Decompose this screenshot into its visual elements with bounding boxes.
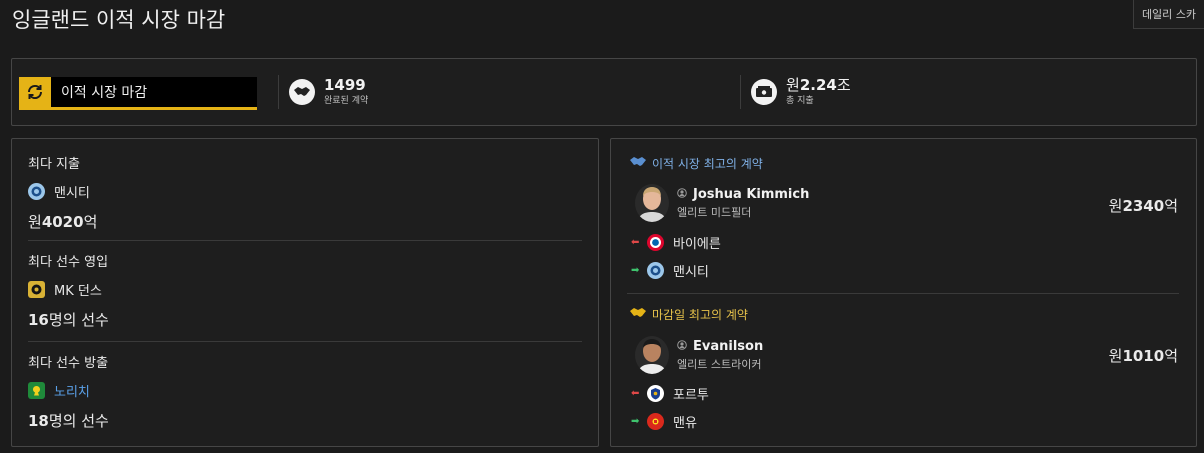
- porto-crest-icon: [647, 385, 664, 402]
- record-title: 최다 선수 영입: [28, 255, 109, 270]
- from-club[interactable]: ⬅ 바이에른: [631, 233, 721, 252]
- club-link[interactable]: 노리치: [28, 381, 582, 400]
- player-position: 엘리트 미드필더: [677, 205, 752, 219]
- stat-spending-value: 원2.24조: [786, 76, 851, 94]
- deadline-deal-fee: 원1010억: [1109, 345, 1178, 366]
- record-count: 16: [28, 311, 49, 329]
- stat-spending-label: 총 지출: [786, 96, 814, 106]
- deadline-deal-title: 마감일 최고의 계약: [629, 306, 748, 323]
- arrow-right-icon: ➡: [631, 416, 640, 427]
- stat-spending: 원2.24조 총 지출: [751, 76, 851, 108]
- person-icon: [677, 187, 687, 202]
- to-club[interactable]: ➡ 맨유: [631, 412, 697, 431]
- divider: [740, 75, 741, 109]
- record-spending: 최다 지출 맨시티 원4020억: [28, 153, 582, 232]
- best-deal-title: 이적 시장 최고의 계약: [629, 155, 763, 172]
- club-name: 맨유: [673, 416, 697, 431]
- record-value: 18명의 선수: [28, 410, 582, 431]
- spending-amount: 2.24: [799, 76, 837, 94]
- player-name: Joshua Kimmich: [693, 186, 810, 202]
- currency-label: 원: [1108, 197, 1123, 215]
- deadline-status: 이적 시장 마감: [19, 77, 257, 110]
- club-name: 포르투: [673, 388, 709, 403]
- player-name: Evanilson: [693, 338, 764, 354]
- club-name: 맨시티: [54, 186, 90, 201]
- divider: [278, 75, 279, 109]
- fee-amount: 2340: [1122, 197, 1165, 215]
- player-photo: [635, 336, 669, 374]
- stats-bar: 이적 시장 마감 1499 완료된 계약 원2.24조 총 지출: [11, 58, 1197, 126]
- deadline-deal-title-text: 마감일 최고의 계약: [652, 308, 748, 322]
- status-label: 이적 시장 마감: [61, 85, 148, 101]
- man-united-crest-icon: [647, 413, 664, 430]
- fee-amount: 1010: [1122, 347, 1165, 365]
- unit-label: 조: [836, 76, 851, 94]
- club-name: 맨시티: [673, 265, 709, 280]
- record-suffix: 명의 선수: [48, 311, 109, 329]
- record-title: 최다 선수 방출: [28, 356, 109, 371]
- norwich-crest-icon: [28, 382, 45, 399]
- divider: [28, 240, 582, 241]
- divider: [28, 341, 582, 342]
- club-link[interactable]: MK 던스: [28, 280, 582, 299]
- unit-label: 억: [83, 213, 98, 231]
- arrow-left-icon: ⬅: [631, 237, 640, 248]
- unit-label: 억: [1164, 347, 1178, 365]
- bayern-crest-icon: [647, 234, 664, 251]
- page-title: 잉글랜드 이적 시장 마감: [12, 8, 226, 32]
- divider: [627, 293, 1179, 294]
- record-suffix: 명의 선수: [48, 412, 109, 430]
- record-signings: 최다 선수 영입 MK 던스 16명의 선수: [28, 251, 582, 330]
- arrow-right-icon: ➡: [631, 265, 640, 276]
- handshake-icon: [629, 156, 647, 171]
- man-city-crest-icon: [647, 262, 664, 279]
- arrow-left-icon: ⬅: [631, 388, 640, 399]
- unit-label: 억: [1164, 197, 1178, 215]
- records-panel: 최다 지출 맨시티 원4020억 최다 선수 영입 MK 던스 16명의 선수 …: [11, 138, 599, 447]
- currency-label: 원: [28, 213, 42, 231]
- player-photo: [635, 184, 669, 222]
- daily-scout-button[interactable]: 데일리 스카: [1133, 0, 1204, 29]
- best-deal-fee: 원2340억: [1109, 195, 1178, 216]
- from-club[interactable]: ⬅ 포르투: [631, 384, 709, 403]
- handshake-icon: [629, 307, 647, 322]
- record-value: 16명의 선수: [28, 309, 582, 330]
- record-value: 원4020억: [28, 211, 582, 232]
- player-position: 엘리트 스트라이커: [677, 357, 762, 371]
- best-deal-player[interactable]: Joshua Kimmich 엘리트 미드필더: [635, 184, 809, 222]
- club-name: 바이에른: [673, 237, 721, 252]
- club-name: 노리치: [54, 385, 90, 400]
- cash-icon: [751, 79, 777, 105]
- club-name: MK 던스: [54, 284, 102, 299]
- person-icon: [677, 339, 687, 354]
- stat-deals: 1499 완료된 계약: [289, 76, 368, 108]
- record-departures: 최다 선수 방출 노리치 18명의 선수: [28, 352, 582, 431]
- record-title: 최다 지출: [28, 157, 80, 172]
- record-count: 18: [28, 412, 49, 430]
- best-deal-title-text: 이적 시장 최고의 계약: [652, 157, 763, 171]
- best-deals-panel: 이적 시장 최고의 계약 Joshua Kimmich 엘리트 미드필더 원23…: [610, 138, 1197, 447]
- handshake-icon: [289, 79, 315, 105]
- stat-deals-value: 1499: [324, 76, 366, 94]
- club-link[interactable]: 맨시티: [28, 182, 582, 201]
- man-city-crest-icon: [28, 183, 45, 200]
- record-amount: 4020: [41, 213, 84, 231]
- deadline-deal-player[interactable]: Evanilson 엘리트 스트라이커: [635, 336, 763, 374]
- mk-dons-crest-icon: [28, 281, 45, 298]
- currency-label: 원: [786, 76, 800, 94]
- to-club[interactable]: ➡ 맨시티: [631, 261, 709, 280]
- refresh-icon: [19, 77, 51, 107]
- stat-deals-label: 완료된 계약: [324, 96, 369, 106]
- currency-label: 원: [1108, 347, 1123, 365]
